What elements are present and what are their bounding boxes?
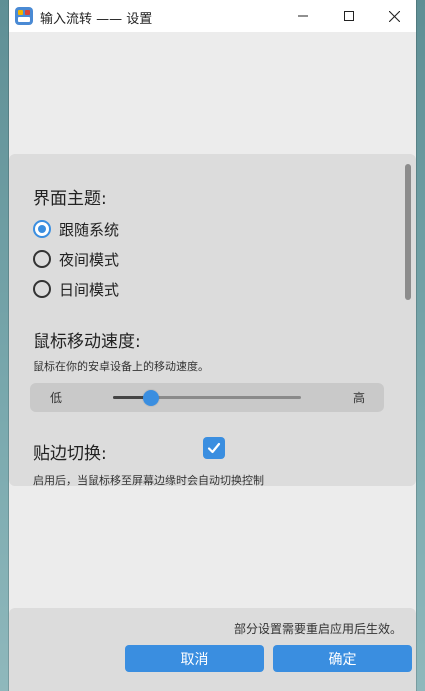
theme-option-night[interactable]: 夜间模式 xyxy=(33,247,119,271)
theme-section-title: 界面主题: xyxy=(33,189,107,209)
minimize-button[interactable] xyxy=(280,0,326,32)
edge-switch-title: 贴边切换: xyxy=(33,444,107,464)
radio-label: 日间模式 xyxy=(59,280,120,299)
edge-switch-checkbox[interactable] xyxy=(203,437,225,459)
scrollbar-thumb[interactable] xyxy=(405,164,411,300)
slider-high-label: 高 xyxy=(353,391,366,405)
slider-thumb[interactable] xyxy=(142,390,159,406)
theme-option-day[interactable]: 日间模式 xyxy=(33,277,119,301)
restart-note: 部分设置需要重启应用后生效。 xyxy=(233,622,402,636)
maximize-icon xyxy=(344,11,354,21)
mouse-speed-slider-box: 低 高 xyxy=(30,383,384,412)
settings-window: 输入流转 —— 设置 界面主题: 跟随系统 夜间模式 日间模式 鼠标移动速度: … xyxy=(9,0,416,691)
radio-button-checked[interactable] xyxy=(33,220,51,238)
radio-button[interactable] xyxy=(33,250,51,268)
maximize-button[interactable] xyxy=(326,0,372,32)
window-title: 输入流转 —— 设置 xyxy=(40,12,153,27)
mouse-speed-description: 鼠标在你的安卓设备上的移动速度。 xyxy=(33,360,209,373)
radio-label: 夜间模式 xyxy=(59,250,120,269)
mouse-speed-title: 鼠标移动速度: xyxy=(33,332,141,352)
edge-switch-description: 启用后，当鼠标移至屏幕边缘时会自动切换控制 xyxy=(33,474,264,486)
footer-bar: 部分设置需要重启应用后生效。 取消 确定 xyxy=(9,608,416,691)
close-icon xyxy=(388,10,400,22)
app-icon xyxy=(15,7,33,25)
cancel-button[interactable]: 取消 xyxy=(125,645,264,672)
slider-low-label: 低 xyxy=(50,391,63,405)
title-bar: 输入流转 —— 设置 xyxy=(9,0,416,32)
radio-button[interactable] xyxy=(33,280,51,298)
mouse-speed-slider[interactable] xyxy=(113,390,301,406)
check-icon xyxy=(207,442,221,454)
top-empty-area xyxy=(9,32,416,154)
minimize-icon xyxy=(298,15,308,17)
settings-panel: 界面主题: 跟随系统 夜间模式 日间模式 鼠标移动速度: 鼠标在你的安卓设备上的… xyxy=(9,154,416,486)
radio-label: 跟随系统 xyxy=(59,220,120,239)
close-button[interactable] xyxy=(371,0,417,32)
confirm-button[interactable]: 确定 xyxy=(273,645,412,672)
theme-option-follow-system[interactable]: 跟随系统 xyxy=(33,217,119,241)
bottom-empty-area xyxy=(9,486,416,608)
